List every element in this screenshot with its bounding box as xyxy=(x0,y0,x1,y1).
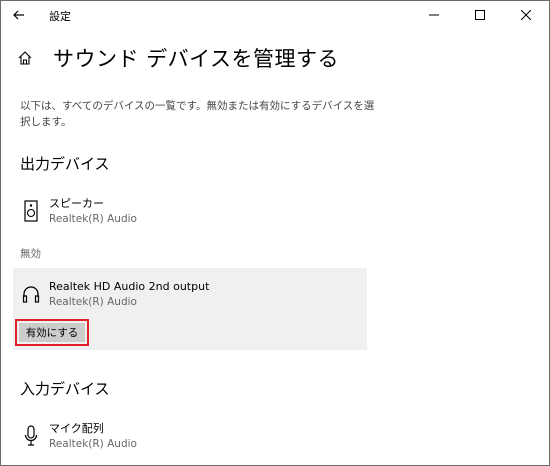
input-devices-heading: 入力デバイス xyxy=(20,380,110,398)
disabled-section-label: 無効 xyxy=(20,248,41,260)
back-arrow-icon xyxy=(13,10,24,20)
output-devices-heading: 出力デバイス xyxy=(20,155,110,173)
device-driver: Realtek(R) Audio xyxy=(49,296,137,308)
device-name: スピーカー xyxy=(49,197,104,210)
close-button[interactable] xyxy=(503,1,549,29)
close-icon xyxy=(521,10,531,20)
title-bar: 設定 xyxy=(1,1,549,29)
page-header: サウンド デバイスを管理する xyxy=(17,43,339,73)
device-driver: Realtek(R) Audio xyxy=(49,438,137,450)
device-name: Realtek HD Audio 2nd output xyxy=(49,280,210,293)
settings-window: 設定 サウンド デバイスを管理する 以下は、すべてのデバイスの一覧です。無効また… xyxy=(0,0,550,466)
app-title: 設定 xyxy=(49,10,71,23)
maximize-button[interactable] xyxy=(457,1,503,29)
device-item-speaker[interactable]: スピーカー Realtek(R) Audio xyxy=(20,196,137,227)
minimize-button[interactable] xyxy=(411,1,457,29)
minimize-icon xyxy=(429,14,439,16)
page-title: サウンド デバイスを管理する xyxy=(53,47,340,71)
device-name: マイク配列 xyxy=(49,422,104,435)
microphone-icon xyxy=(20,422,42,450)
maximize-icon xyxy=(475,10,485,20)
device-text: スピーカー Realtek(R) Audio xyxy=(49,196,137,227)
device-driver: Realtek(R) Audio xyxy=(49,213,137,225)
enable-button-highlight: 有効にする xyxy=(15,319,89,346)
headphones-icon xyxy=(20,280,42,308)
device-text: マイク配列 Realtek(R) Audio xyxy=(49,421,137,452)
device-item-realtek-2nd-output[interactable]: Realtek HD Audio 2nd output Realtek(R) A… xyxy=(20,279,209,310)
page-description: 以下は、すべてのデバイスの一覧です。無効または有効にするデバイスを選択します。 xyxy=(20,100,375,128)
device-text: Realtek HD Audio 2nd output Realtek(R) A… xyxy=(49,279,209,310)
device-item-microphone-array[interactable]: マイク配列 Realtek(R) Audio xyxy=(20,421,137,452)
home-icon[interactable] xyxy=(17,48,37,68)
back-button[interactable] xyxy=(5,3,33,27)
enable-button[interactable]: 有効にする xyxy=(19,323,85,342)
speaker-icon xyxy=(20,197,42,225)
